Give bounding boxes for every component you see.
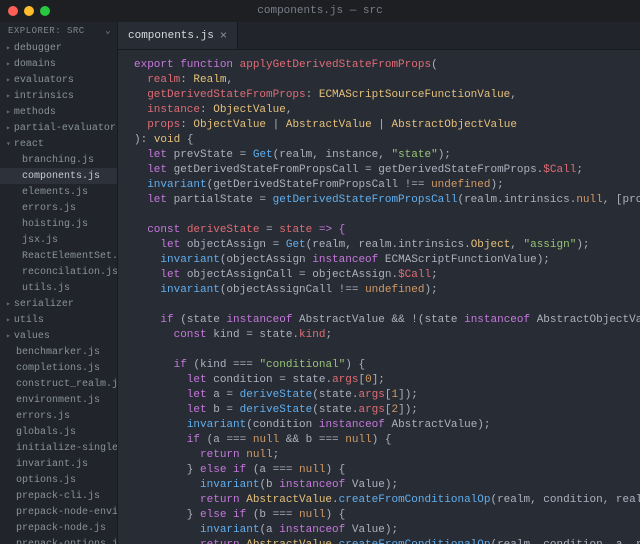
file-errors-js[interactable]: errors.js bbox=[0, 200, 117, 216]
tree-label: initialize-singletons.js bbox=[16, 443, 117, 454]
sidebar: EXPLORER: SRC ⌄ ▸debugger▸domains▸evalua… bbox=[0, 22, 118, 544]
file-utils-js[interactable]: utils.js bbox=[0, 280, 117, 296]
file-construct_realm-js[interactable]: construct_realm.js bbox=[0, 376, 117, 392]
code-area[interactable]: export function applyGetDerivedStateFrom… bbox=[118, 50, 640, 544]
tree-label: prepack-node-envir… bbox=[16, 507, 117, 518]
folder-utils[interactable]: ▸utils bbox=[0, 312, 117, 328]
explorer-header: EXPLORER: SRC ⌄ bbox=[0, 22, 117, 40]
twisty-icon[interactable]: ▸ bbox=[6, 331, 11, 341]
tab-components[interactable]: components.js × bbox=[118, 22, 238, 49]
folder-domains[interactable]: ▸domains bbox=[0, 56, 117, 72]
tree-label: react bbox=[14, 139, 44, 150]
file-prepack-options-js[interactable]: prepack-options.js bbox=[0, 536, 117, 544]
file-initialize-singletons-js[interactable]: initialize-singletons.js bbox=[0, 440, 117, 456]
file-environment-js[interactable]: environment.js bbox=[0, 392, 117, 408]
chevron-down-icon[interactable]: ⌄ bbox=[105, 26, 111, 36]
file-tree[interactable]: ▸debugger▸domains▸evaluators▸intrinsics▸… bbox=[0, 40, 117, 544]
folder-debugger[interactable]: ▸debugger bbox=[0, 40, 117, 56]
file-errors-js[interactable]: errors.js bbox=[0, 408, 117, 424]
tree-label: globals.js bbox=[16, 427, 76, 438]
twisty-icon[interactable]: ▸ bbox=[6, 299, 11, 309]
window-controls[interactable] bbox=[8, 6, 50, 16]
twisty-icon[interactable]: ▸ bbox=[6, 315, 11, 325]
twisty-icon[interactable]: ▸ bbox=[6, 43, 11, 53]
folder-evaluators[interactable]: ▸evaluators bbox=[0, 72, 117, 88]
tree-label: options.js bbox=[16, 475, 76, 486]
tree-label: prepack-node.js bbox=[16, 523, 106, 534]
file-benchmarker-js[interactable]: benchmarker.js bbox=[0, 344, 117, 360]
zoom-window-icon[interactable] bbox=[40, 6, 50, 16]
folder-intrinsics[interactable]: ▸intrinsics bbox=[0, 88, 117, 104]
file-prepack-node-js[interactable]: prepack-node.js bbox=[0, 520, 117, 536]
close-window-icon[interactable] bbox=[8, 6, 18, 16]
file-hoisting-js[interactable]: hoisting.js bbox=[0, 216, 117, 232]
folder-values[interactable]: ▸values bbox=[0, 328, 117, 344]
window-title: components.js — src bbox=[0, 5, 640, 17]
file-components-js[interactable]: components.js bbox=[0, 168, 117, 184]
tree-label: debugger bbox=[14, 43, 62, 54]
tree-label: prepack-options.js bbox=[16, 539, 117, 544]
tree-label: completions.js bbox=[16, 363, 100, 374]
tree-label: benchmarker.js bbox=[16, 347, 100, 358]
file-branching-js[interactable]: branching.js bbox=[0, 152, 117, 168]
twisty-icon[interactable]: ▸ bbox=[6, 75, 11, 85]
file-ReactElementSet-js[interactable]: ReactElementSet.js bbox=[0, 248, 117, 264]
tree-label: utils bbox=[14, 315, 44, 326]
file-jsx-js[interactable]: jsx.js bbox=[0, 232, 117, 248]
tree-label: serializer bbox=[14, 299, 74, 310]
file-reconcilation-js[interactable]: reconcilation.js bbox=[0, 264, 117, 280]
file-globals-js[interactable]: globals.js bbox=[0, 424, 117, 440]
twisty-icon[interactable]: ▸ bbox=[6, 91, 11, 101]
tree-label: prepack-cli.js bbox=[16, 491, 100, 502]
file-prepack-node-envir-[interactable]: prepack-node-envir… bbox=[0, 504, 117, 520]
twisty-icon[interactable]: ▾ bbox=[6, 139, 11, 149]
twisty-icon[interactable]: ▸ bbox=[6, 123, 11, 133]
file-prepack-cli-js[interactable]: prepack-cli.js bbox=[0, 488, 117, 504]
file-options-js[interactable]: options.js bbox=[0, 472, 117, 488]
tab-bar: components.js × bbox=[118, 22, 640, 50]
tree-label: intrinsics bbox=[14, 91, 74, 102]
minimize-window-icon[interactable] bbox=[24, 6, 34, 16]
tree-label: domains bbox=[14, 59, 56, 70]
tree-label: values bbox=[14, 331, 50, 342]
editor-pane: components.js × export function applyGet… bbox=[118, 22, 640, 544]
tree-label: environment.js bbox=[16, 395, 100, 406]
titlebar: components.js — src bbox=[0, 0, 640, 22]
file-invariant-js[interactable]: invariant.js bbox=[0, 456, 117, 472]
tree-label: partial-evaluators bbox=[14, 123, 117, 134]
tab-label: components.js bbox=[128, 30, 214, 42]
folder-methods[interactable]: ▸methods bbox=[0, 104, 117, 120]
tree-label: evaluators bbox=[14, 75, 74, 86]
folder-partial-evaluators[interactable]: ▸partial-evaluators bbox=[0, 120, 117, 136]
file-completions-js[interactable]: completions.js bbox=[0, 360, 117, 376]
twisty-icon[interactable]: ▸ bbox=[6, 59, 11, 69]
close-icon[interactable]: × bbox=[220, 29, 227, 43]
twisty-icon[interactable]: ▸ bbox=[6, 107, 11, 117]
tree-label: errors.js bbox=[16, 411, 70, 422]
tree-label: invariant.js bbox=[16, 459, 88, 470]
tree-label: construct_realm.js bbox=[16, 379, 117, 390]
folder-react[interactable]: ▾react bbox=[0, 136, 117, 152]
tree-label: methods bbox=[14, 107, 56, 118]
file-elements-js[interactable]: elements.js bbox=[0, 184, 117, 200]
folder-serializer[interactable]: ▸serializer bbox=[0, 296, 117, 312]
explorer-title: EXPLORER: SRC bbox=[8, 26, 85, 36]
